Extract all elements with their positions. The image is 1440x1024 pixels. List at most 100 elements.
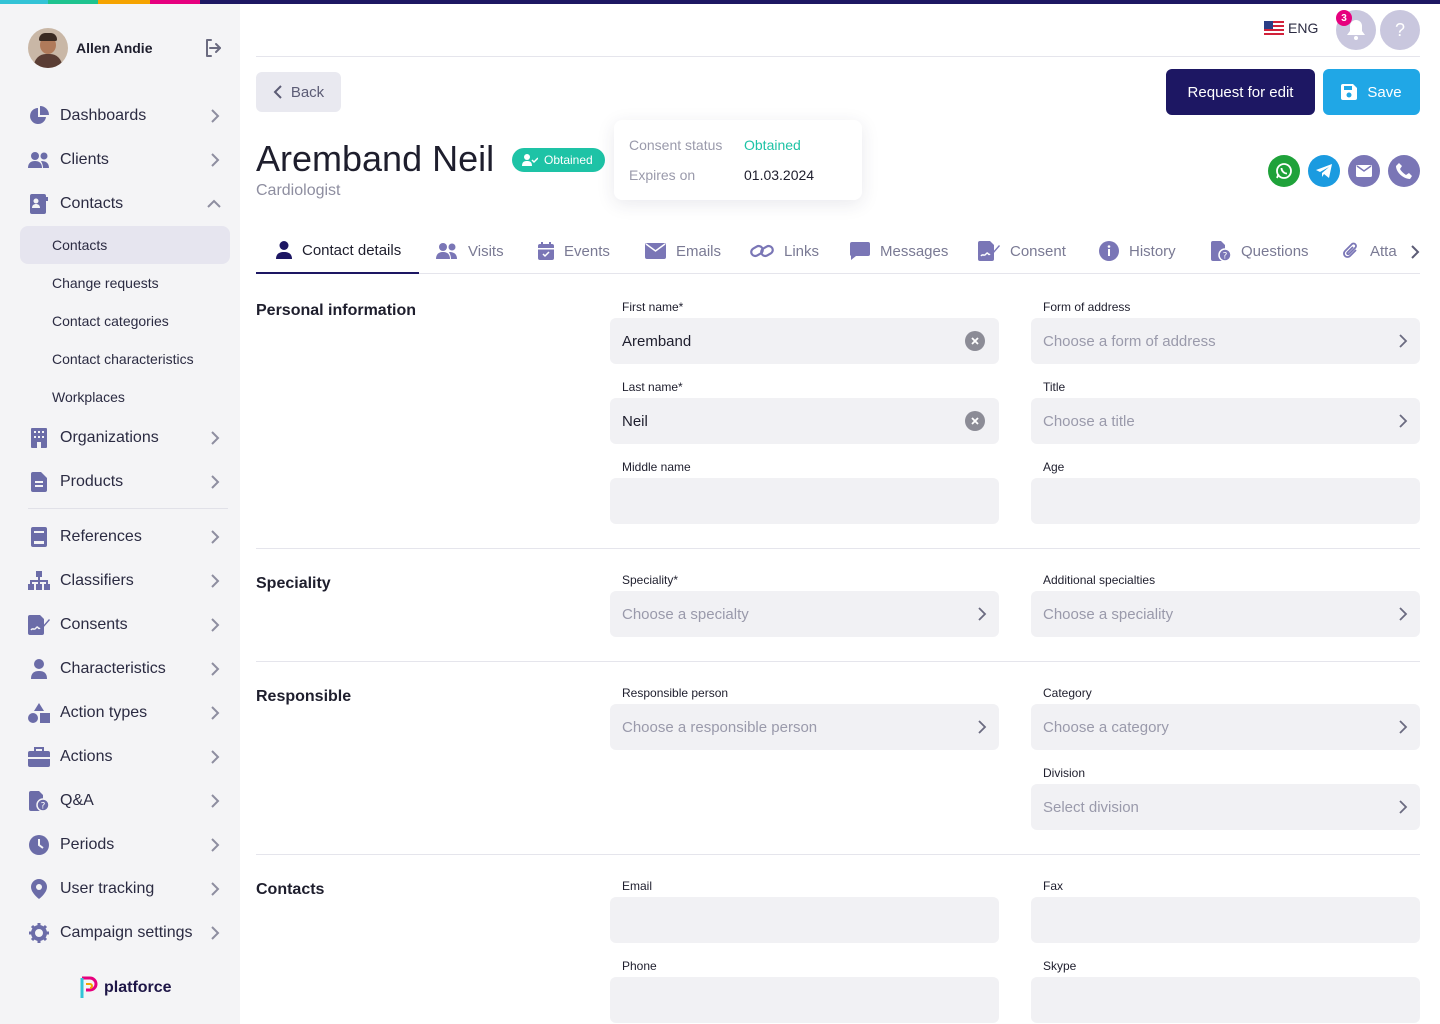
- tab-attachments[interactable]: Atta: [1342, 228, 1398, 274]
- tab-contact-details[interactable]: Contact details: [256, 228, 419, 274]
- whatsapp-icon[interactable]: [1268, 155, 1300, 187]
- sidebar-item-dashboards[interactable]: Dashboards: [20, 94, 230, 138]
- platforce-logo-icon: [80, 976, 98, 998]
- category-select[interactable]: Choose a category: [1031, 704, 1420, 750]
- sidebar-divider: [28, 508, 228, 509]
- avatar[interactable]: [28, 28, 68, 68]
- tab-events[interactable]: Events: [538, 228, 610, 274]
- tab-label: Atta: [1370, 242, 1397, 260]
- sidebar-item-actions[interactable]: Actions: [20, 735, 230, 779]
- sidebar-item-label: Actions: [60, 748, 113, 765]
- sidebar-item-classifiers[interactable]: Classifiers: [20, 559, 230, 603]
- sidebar-item-label: Campaign settings: [60, 924, 193, 941]
- chevron-right-icon: [211, 706, 220, 720]
- chevron-left-icon: [273, 85, 282, 99]
- back-button[interactable]: Back: [256, 72, 341, 112]
- sidebar-item-characteristics[interactable]: Characteristics: [20, 647, 230, 691]
- middle-name-field[interactable]: [610, 478, 999, 524]
- sidebar-item-label: Consents: [60, 616, 128, 633]
- sidebar-subitem-contact-characteristics[interactable]: Contact characteristics: [20, 340, 230, 378]
- first-name-field[interactable]: Aremband: [610, 318, 999, 364]
- additional-specialties-select[interactable]: Choose a speciality: [1031, 591, 1420, 637]
- phone-field[interactable]: [610, 977, 999, 1023]
- sidebar-item-clients[interactable]: Clients: [20, 138, 230, 182]
- tab-history[interactable]: History: [1099, 228, 1176, 274]
- sidebar-subitem-contacts[interactable]: Contacts: [20, 226, 230, 264]
- sidebar-subitem-change-requests[interactable]: Change requests: [20, 264, 230, 302]
- tab-consent[interactable]: Consent: [978, 228, 1066, 274]
- clock-icon: [28, 834, 50, 856]
- speciality-placeholder: Choose a specialty: [622, 605, 749, 623]
- sidebar-item-products[interactable]: Products: [20, 460, 230, 504]
- sidebar-item-periods[interactable]: Periods: [20, 823, 230, 867]
- sidebar-item-label: Action types: [60, 704, 148, 721]
- consent-status-value: Obtained: [744, 137, 801, 153]
- save-button[interactable]: Save: [1323, 69, 1420, 115]
- sidebar-item-user-tracking[interactable]: User tracking: [20, 867, 230, 911]
- form-of-address-select[interactable]: Choose a form of address: [1031, 318, 1420, 364]
- category-placeholder: Choose a category: [1043, 718, 1169, 736]
- contact-channels: [1268, 155, 1428, 187]
- division-select[interactable]: Select division: [1031, 784, 1420, 830]
- title-placeholder: Choose a title: [1043, 412, 1135, 430]
- age-field[interactable]: [1031, 478, 1420, 524]
- logout-icon[interactable]: [202, 36, 226, 60]
- sidebar-subitem-contact-categories[interactable]: Contact categories: [20, 302, 230, 340]
- language-selector[interactable]: ENG: [1264, 20, 1318, 36]
- help-button[interactable]: ?: [1380, 10, 1420, 50]
- title-select[interactable]: Choose a title: [1031, 398, 1420, 444]
- tab-emails[interactable]: Emails: [645, 228, 721, 274]
- category-label: Category: [1043, 686, 1092, 700]
- responsible-person-select[interactable]: Choose a responsible person: [610, 704, 999, 750]
- sidebar-item-qa[interactable]: ? Q&A: [20, 779, 230, 823]
- sidebar-nav: Dashboards Clients Contacts Contacts Cha…: [20, 94, 230, 955]
- clear-icon[interactable]: [965, 331, 985, 351]
- additional-specialties-label: Additional specialties: [1043, 573, 1156, 587]
- tab-label: Events: [564, 242, 610, 260]
- email-field[interactable]: [610, 897, 999, 943]
- sidebar-item-references[interactable]: References: [20, 515, 230, 559]
- speciality-select[interactable]: Choose a specialty: [610, 591, 999, 637]
- tab-messages[interactable]: Messages: [850, 228, 948, 274]
- email-icon[interactable]: [1348, 155, 1380, 187]
- telegram-icon[interactable]: [1308, 155, 1340, 187]
- title-label: Title: [1043, 380, 1066, 394]
- tab-questions[interactable]: ? Questions: [1211, 228, 1309, 274]
- tab-visits[interactable]: Visits: [436, 228, 504, 274]
- chevron-right-icon: [978, 607, 987, 621]
- envelope-icon: [645, 243, 666, 259]
- chevron-right-icon: [211, 530, 220, 544]
- tab-label: Consent: [1010, 242, 1066, 260]
- sidebar-item-action-types[interactable]: Action types: [20, 691, 230, 735]
- person-icon: [276, 241, 292, 259]
- phone-icon[interactable]: [1388, 155, 1420, 187]
- chevron-right-icon: [211, 662, 220, 676]
- user-profile[interactable]: Allen Andie: [28, 28, 228, 68]
- skype-field[interactable]: [1031, 977, 1420, 1023]
- sidebar-item-contacts[interactable]: Contacts: [20, 182, 230, 226]
- paperclip-icon: [1343, 242, 1357, 258]
- division-placeholder: Select division: [1043, 798, 1139, 816]
- sidebar-subitem-workplaces[interactable]: Workplaces: [20, 378, 230, 416]
- sidebar-item-label: Q&A: [60, 792, 94, 809]
- consent-info-card: Consent status Obtained Expires on 01.03.2…: [614, 120, 862, 200]
- chevron-right-icon: [211, 574, 220, 588]
- chevron-right-icon: [211, 794, 220, 808]
- sidebar-item-campaign-settings[interactable]: Campaign settings: [20, 911, 230, 955]
- chevron-right-icon[interactable]: [1410, 244, 1420, 260]
- last-name-field[interactable]: Neil: [610, 398, 999, 444]
- sidebar-item-consents[interactable]: Consents: [20, 603, 230, 647]
- tabs-bar: Contact details Visits Events Emails Lin…: [256, 228, 1420, 274]
- info-icon: [1099, 241, 1119, 261]
- chevron-right-icon: [211, 153, 220, 167]
- speciality-label: Speciality*: [622, 573, 679, 587]
- chevron-right-icon: [211, 838, 220, 852]
- book-icon: [28, 526, 50, 548]
- sidebar-item-organizations[interactable]: Organizations: [20, 416, 230, 460]
- tab-links[interactable]: Links: [750, 228, 819, 274]
- form-of-address-placeholder: Choose a form of address: [1043, 332, 1216, 350]
- fax-field[interactable]: [1031, 897, 1420, 943]
- clear-icon[interactable]: [965, 411, 985, 431]
- tab-label: Visits: [468, 242, 504, 260]
- request-for-edit-button[interactable]: Request for edit: [1166, 69, 1315, 115]
